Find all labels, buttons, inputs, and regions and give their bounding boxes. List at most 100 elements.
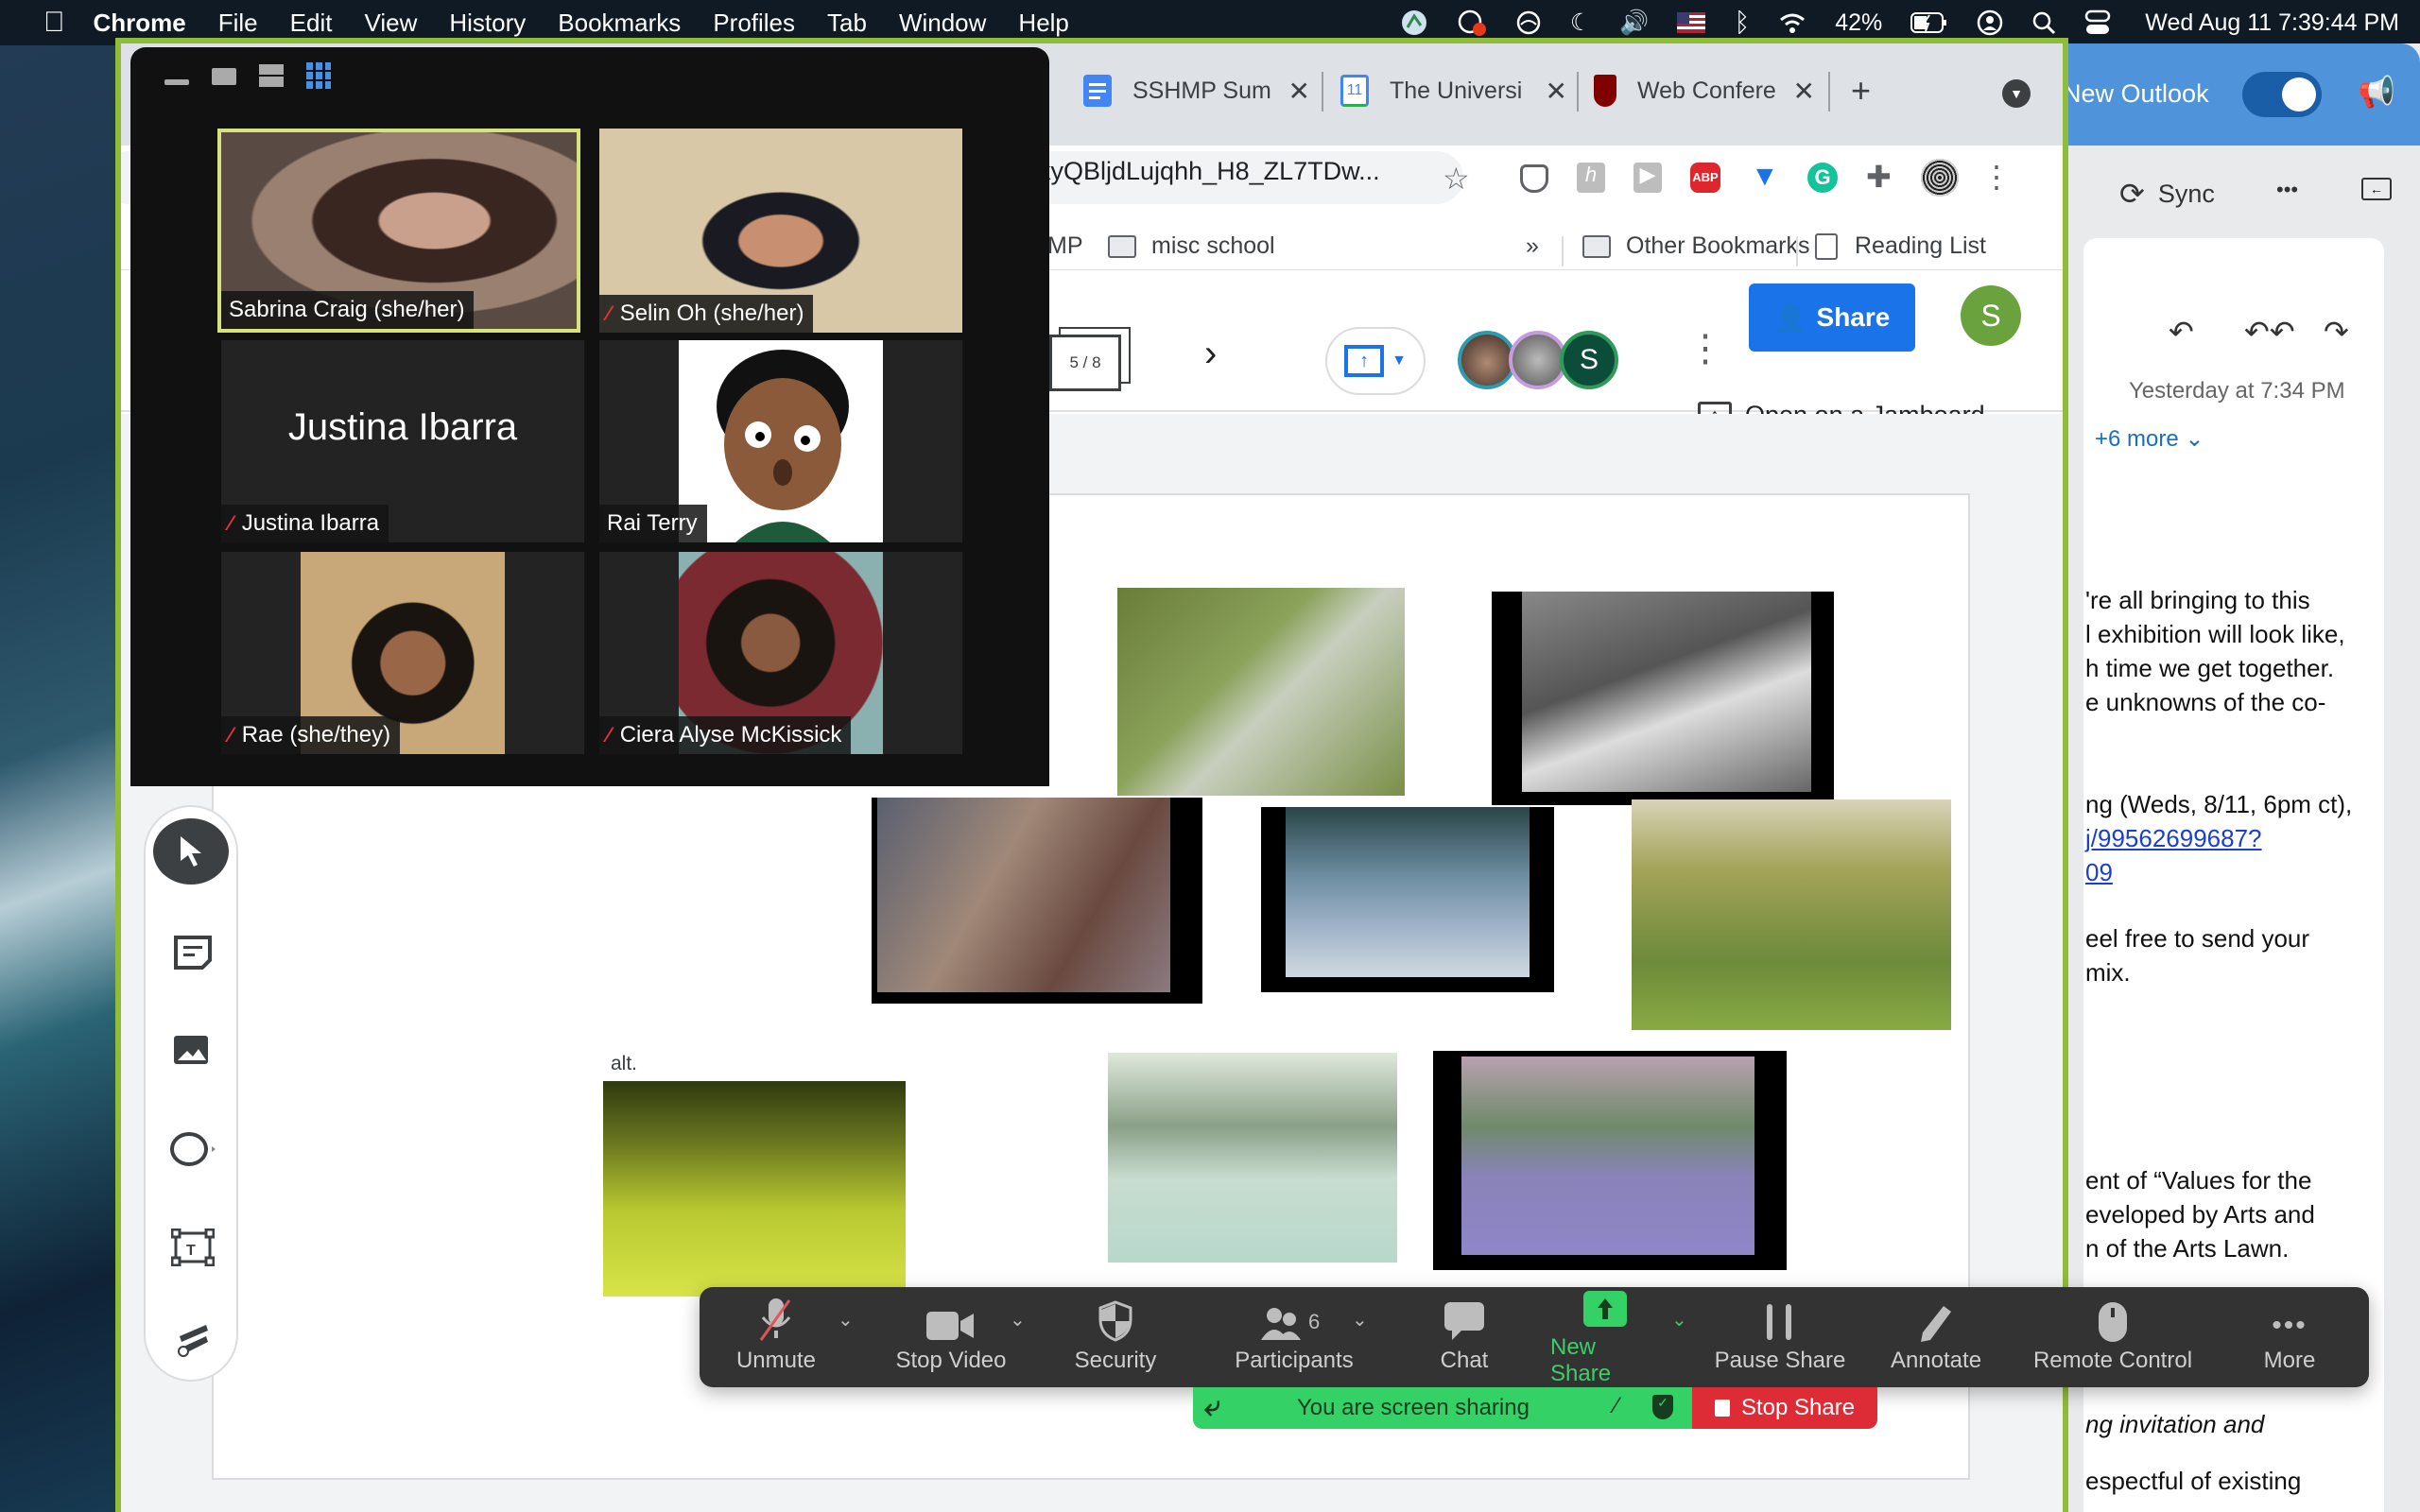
more-actions-icon[interactable]: ••• bbox=[2276, 178, 2298, 202]
menu-view[interactable]: View bbox=[364, 9, 417, 38]
meeting-link[interactable]: j/99562699687? bbox=[2085, 824, 2262, 853]
adblock-plus-icon[interactable]: ABP bbox=[1690, 163, 1720, 193]
meeting-link[interactable]: 09 bbox=[2085, 858, 2113, 887]
participant-tile[interactable]: ⁄ Selin Oh (she/her) bbox=[599, 129, 962, 333]
menu-help[interactable]: Help bbox=[1018, 9, 1068, 38]
wifi-icon[interactable] bbox=[1778, 10, 1806, 35]
battery-charging-icon[interactable] bbox=[1910, 11, 1948, 34]
new-share-button[interactable]: New Share bbox=[1550, 1287, 1660, 1387]
stop-share-button[interactable]: Stop Share bbox=[1692, 1387, 1877, 1429]
menu-edit[interactable]: Edit bbox=[290, 9, 333, 38]
collapse-arrow-icon[interactable]: ⤶ bbox=[1204, 1391, 1220, 1423]
spotlight-search-icon[interactable] bbox=[2031, 10, 2056, 35]
participant-tile[interactable]: Rai Terry bbox=[599, 340, 962, 542]
stop-video-button[interactable]: Stop Video bbox=[885, 1287, 1017, 1387]
collaborator-avatar[interactable] bbox=[1458, 331, 1516, 389]
participants-options-chevron-icon[interactable]: ⌄ bbox=[1352, 1308, 1368, 1332]
participants-button[interactable]: 6 Participants bbox=[1216, 1287, 1373, 1387]
tab-web-conference[interactable]: Web Confere ✕ bbox=[1594, 68, 1815, 113]
menu-file[interactable]: File bbox=[218, 9, 258, 38]
pause-share-button[interactable]: Pause Share bbox=[1709, 1287, 1851, 1387]
user-account-icon[interactable] bbox=[1977, 9, 2003, 36]
unmute-button[interactable]: Unmute bbox=[724, 1287, 828, 1387]
grammarly-icon[interactable]: G bbox=[1807, 163, 1838, 193]
view-speaker-icon[interactable] bbox=[212, 68, 236, 85]
chat-button[interactable]: Chat bbox=[1422, 1287, 1507, 1387]
maps-pin-icon[interactable]: ▼ bbox=[1751, 161, 1779, 193]
bookmark-folder-other[interactable]: Other Bookmarks bbox=[1582, 232, 1810, 260]
laser-pointer-icon[interactable] bbox=[159, 1306, 227, 1374]
volume-icon[interactable]: 🔊 bbox=[1619, 9, 1649, 37]
bookmark-star-icon[interactable]: ☆ bbox=[1443, 161, 1470, 197]
collaborator-avatar[interactable]: S bbox=[1560, 331, 1618, 389]
creative-cloud-icon[interactable] bbox=[1457, 9, 1487, 37]
tab-close-icon[interactable]: ✕ bbox=[1288, 76, 1310, 107]
add-image-icon[interactable] bbox=[159, 1017, 227, 1085]
sticky-note-icon[interactable] bbox=[159, 919, 227, 987]
text-box-icon[interactable]: T bbox=[159, 1213, 227, 1281]
participant-tile[interactable]: Sabrina Craig (she/her) bbox=[217, 129, 580, 333]
jam-image-street-dance[interactable] bbox=[1261, 807, 1554, 992]
honey-icon[interactable]: h bbox=[1577, 163, 1605, 193]
control-center-icon[interactable] bbox=[2084, 9, 2111, 36]
tab-search-icon[interactable]: ▼ bbox=[2002, 79, 2031, 108]
bookmarks-overflow-button[interactable]: » bbox=[1526, 232, 1539, 260]
bookmark-folder-misc-school[interactable]: misc school bbox=[1108, 232, 1275, 260]
jam-image-child-sleeping[interactable] bbox=[872, 798, 1202, 1004]
more-options-icon[interactable]: ⋮ bbox=[1686, 327, 1724, 370]
jam-image-girl-in-grass[interactable] bbox=[1117, 588, 1405, 796]
menu-profiles[interactable]: Profiles bbox=[713, 9, 795, 38]
us-flag-input-icon[interactable] bbox=[1677, 12, 1706, 33]
bookmark-sshmp[interactable]: MP bbox=[1047, 232, 1083, 260]
menu-history[interactable]: History bbox=[449, 9, 526, 38]
feedback-megaphone-icon[interactable]: 📢 bbox=[2358, 74, 2395, 110]
reply-all-icon[interactable]: ↶↶ bbox=[2244, 314, 2295, 350]
annotate-button[interactable]: Annotate bbox=[1870, 1287, 2002, 1387]
more-recipients-link[interactable]: +6 more ⌄ bbox=[2095, 425, 2204, 453]
audio-options-chevron-icon[interactable]: ⌄ bbox=[838, 1308, 854, 1332]
tab-close-icon[interactable]: ✕ bbox=[1546, 76, 1567, 107]
bitdefender-icon[interactable] bbox=[1515, 9, 1542, 36]
present-button[interactable]: ↑ ▼ bbox=[1325, 327, 1426, 395]
apple-menu-icon[interactable]:  bbox=[43, 7, 65, 39]
security-button[interactable]: Security bbox=[1059, 1287, 1172, 1387]
select-pointer-icon[interactable] bbox=[153, 818, 229, 885]
chrome-menu-icon[interactable]: ⋮ bbox=[1981, 159, 2012, 195]
participant-tile[interactable]: ⁄ Ciera Alyse McKissick bbox=[599, 552, 962, 754]
remote-control-button[interactable]: Remote Control bbox=[2027, 1287, 2199, 1387]
tab-sshmp-summary[interactable]: SSHMP Sum ✕ bbox=[1083, 68, 1310, 113]
share-options-chevron-icon[interactable]: ⌄ bbox=[1671, 1308, 1687, 1332]
new-outlook-toggle[interactable] bbox=[2242, 72, 2322, 117]
video-options-chevron-icon[interactable]: ⌄ bbox=[1010, 1308, 1026, 1332]
menu-tab[interactable]: Tab bbox=[827, 9, 867, 38]
participant-tile[interactable]: Justina Ibarra ⁄ Justina Ibarra bbox=[221, 340, 584, 542]
forward-icon[interactable]: ↷ bbox=[2324, 314, 2349, 350]
pocket-icon[interactable] bbox=[1520, 164, 1548, 193]
sync-button[interactable]: ⟳ Sync bbox=[2119, 176, 2215, 212]
view-gallery-icon[interactable] bbox=[306, 62, 331, 89]
tab-university-calendar[interactable]: 11 The Universi ✕ bbox=[1340, 68, 1567, 113]
share-button[interactable]: 👤 Share bbox=[1749, 284, 1915, 352]
do-not-disturb-moon-icon[interactable]: ☾ bbox=[1570, 9, 1591, 37]
reading-list-button[interactable]: Reading List bbox=[1815, 232, 1986, 260]
new-tab-button[interactable]: + bbox=[1851, 68, 1871, 113]
jam-image-majorettes[interactable] bbox=[1433, 1051, 1787, 1270]
url-text[interactable]: kyQBljdLujqhh_H8_ZL7TDw... bbox=[1038, 157, 1380, 186]
tab-close-icon[interactable]: ✕ bbox=[1793, 76, 1815, 107]
collapse-pane-icon[interactable]: ← bbox=[2361, 178, 2392, 200]
jam-image-women-with-toddler[interactable] bbox=[1632, 799, 1951, 1030]
play-icon[interactable]: ▶ bbox=[1634, 163, 1662, 193]
vpn-globe-icon[interactable] bbox=[1400, 9, 1428, 37]
jam-image-man-and-girl-lakefront[interactable] bbox=[1108, 1053, 1397, 1263]
extensions-puzzle-icon[interactable]: ✚ bbox=[1866, 159, 1892, 195]
jam-image-park-family[interactable] bbox=[603, 1081, 906, 1297]
menu-bookmarks[interactable]: Bookmarks bbox=[558, 9, 681, 38]
next-frame-button[interactable]: › bbox=[1204, 333, 1217, 375]
circle-shape-icon[interactable] bbox=[159, 1115, 227, 1183]
collaborator-avatar[interactable] bbox=[1509, 331, 1567, 389]
reply-icon[interactable]: ↶ bbox=[2169, 314, 2194, 350]
menu-app-name[interactable]: Chrome bbox=[94, 9, 186, 38]
account-avatar[interactable]: S bbox=[1961, 285, 2021, 346]
profile-avatar-icon[interactable] bbox=[1921, 159, 1959, 197]
bluetooth-icon[interactable]: ᛒ bbox=[1734, 8, 1750, 38]
